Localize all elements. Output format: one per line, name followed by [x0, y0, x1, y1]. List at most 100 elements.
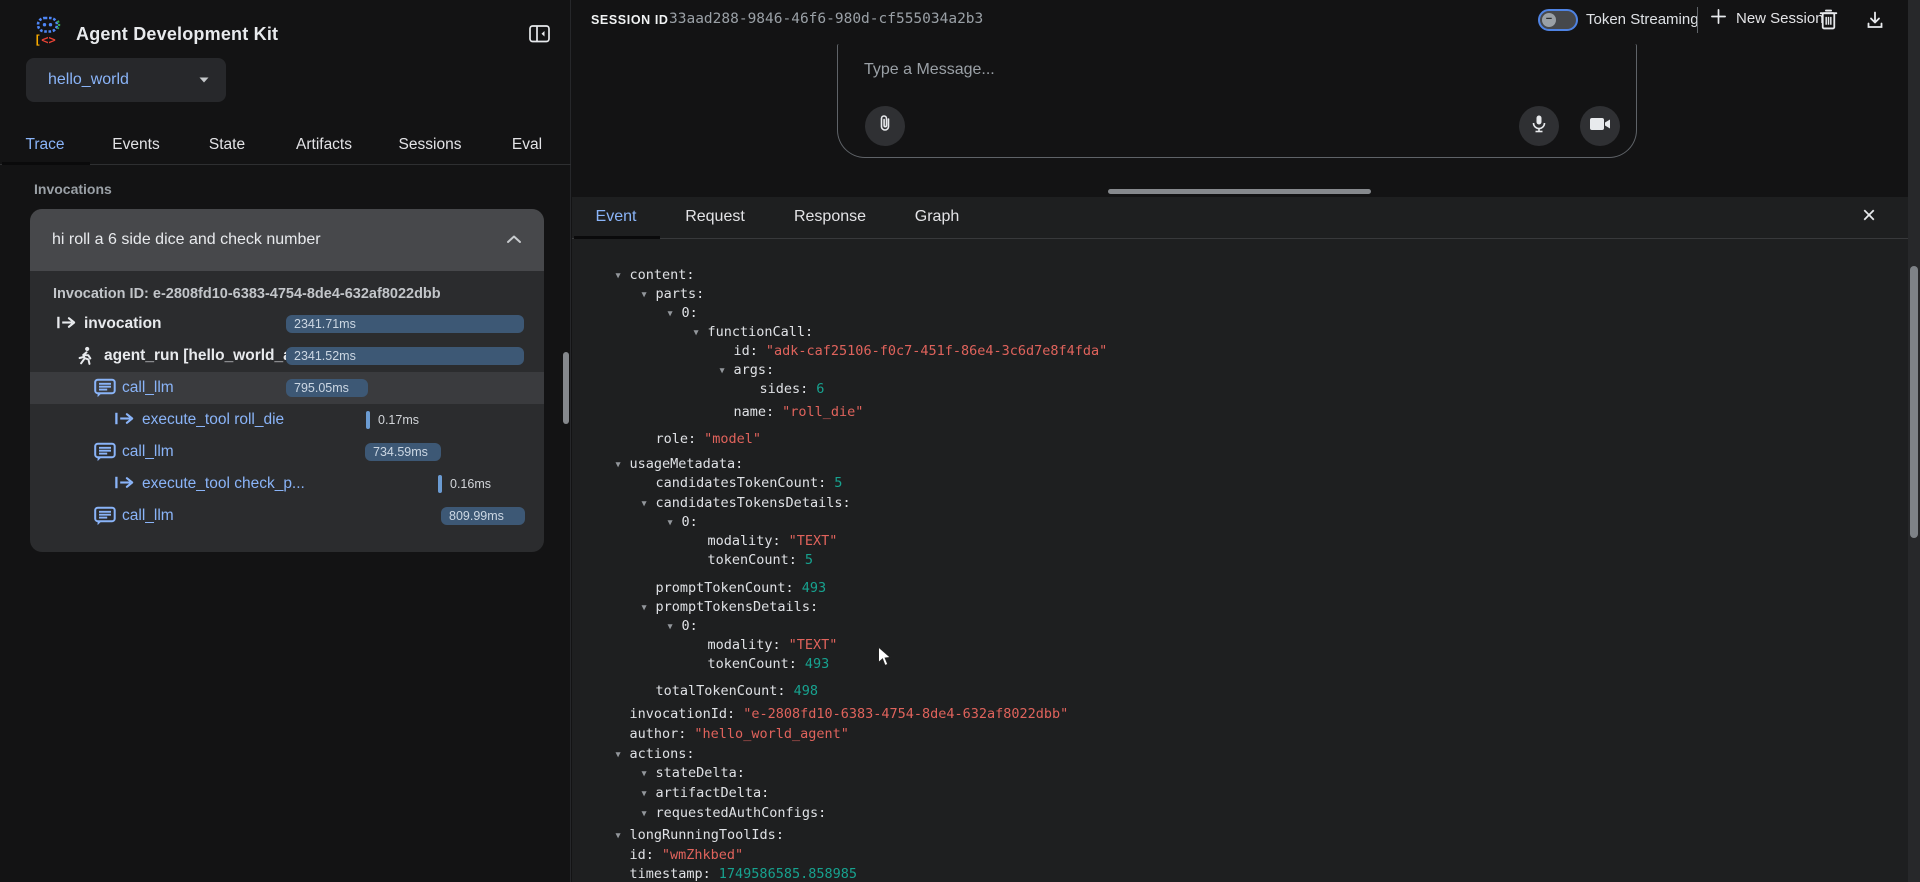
- json-key: modality:: [708, 533, 781, 549]
- microphone-button[interactable]: [1519, 106, 1559, 146]
- message-composer: Type a Message...: [837, 44, 1637, 158]
- trace-span-label: call_llm: [122, 443, 174, 461]
- agent-select[interactable]: hello_world: [26, 58, 226, 102]
- duration-bar: 809.99ms: [441, 507, 525, 525]
- trace-span-label: call_llm: [122, 507, 174, 525]
- toggle-knob-icon: [1542, 13, 1556, 27]
- json-key: tokenCount:: [708, 552, 797, 568]
- trace-row[interactable]: call_llm 809.99ms: [30, 500, 544, 532]
- video-button[interactable]: [1580, 106, 1620, 146]
- json-key: promptTokensDetails:: [656, 599, 819, 615]
- collapse-sidebar-icon[interactable]: [528, 23, 551, 49]
- attach-file-button[interactable]: [865, 106, 905, 146]
- json-key: candidatesTokensDetails:: [656, 495, 851, 511]
- trace-row[interactable]: invocation 2341.71ms: [30, 308, 544, 340]
- json-value: "TEXT": [789, 533, 838, 549]
- new-session-button[interactable]: New Session: [1710, 8, 1824, 29]
- json-value: "e-2808fd10-6383-4754-8de4-632af8022dbb": [743, 706, 1068, 722]
- collapse-triangle-icon[interactable]: ▼: [668, 514, 682, 533]
- tab-response[interactable]: Response: [794, 208, 866, 226]
- collapse-triangle-icon[interactable]: ▼: [642, 286, 656, 305]
- tab-state[interactable]: State: [209, 136, 245, 154]
- token-streaming-label: Token Streaming: [1586, 11, 1699, 28]
- sidebar-tabs: Trace Events State Artifacts Sessions Ev…: [0, 126, 571, 165]
- json-key: role:: [656, 431, 697, 447]
- json-key: stateDelta:: [656, 765, 745, 781]
- duration-bar: 2341.52ms: [286, 347, 524, 365]
- collapse-triangle-icon[interactable]: ▼: [642, 599, 656, 618]
- trace-row[interactable]: agent_run [hello_world_agent] 2341.52ms: [30, 340, 544, 372]
- tab-request[interactable]: Request: [685, 208, 745, 226]
- from-bar-arrow-icon: [114, 474, 136, 494]
- collapse-triangle-icon[interactable]: ▼: [616, 267, 630, 286]
- json-key: 0:: [682, 618, 698, 634]
- adk-robot-logo-icon: [<>: [30, 14, 64, 48]
- json-value: "adk-caf25106-f0c7-451f-86e4-3c6d7e8f4fd…: [766, 343, 1107, 359]
- json-key: 0:: [682, 305, 698, 321]
- tab-trace[interactable]: Trace: [25, 136, 64, 154]
- invocations-heading: Invocations: [34, 181, 112, 197]
- tab-sessions[interactable]: Sessions: [399, 136, 462, 154]
- trace-row[interactable]: execute_tool roll_die 0.17ms: [30, 404, 544, 436]
- duration-bar: 734.59ms: [365, 443, 441, 461]
- duration-bar: 795.05ms: [286, 379, 368, 397]
- json-key: parts:: [656, 286, 705, 302]
- json-value: 493: [802, 580, 826, 596]
- tab-events[interactable]: Events: [112, 136, 159, 154]
- export-session-button[interactable]: [1866, 11, 1884, 34]
- json-row: timestamp:1749586585.858985: [572, 846, 1908, 865]
- close-panel-icon[interactable]: [1862, 202, 1876, 230]
- tab-artifacts[interactable]: Artifacts: [296, 136, 352, 154]
- collapse-triangle-icon[interactable]: ▼: [694, 324, 708, 343]
- collapse-triangle-icon[interactable]: ▼: [668, 305, 682, 324]
- paperclip-icon: [875, 113, 895, 139]
- collapse-triangle-icon[interactable]: ▼: [616, 827, 630, 846]
- chevron-up-icon[interactable]: [506, 231, 522, 249]
- main-area: SESSION ID 33aad288-9846-46f6-980d-cf555…: [572, 0, 1920, 882]
- invocation-card-header[interactable]: hi roll a 6 side dice and check number: [30, 209, 544, 271]
- svg-text:[<>: [<>: [34, 33, 56, 47]
- collapse-triangle-icon[interactable]: ▼: [616, 746, 630, 765]
- collapse-triangle-icon[interactable]: ▼: [668, 618, 682, 637]
- json-key: content:: [630, 267, 695, 283]
- vertical-scrollbar-track: [1908, 0, 1920, 882]
- plus-icon: [1710, 8, 1727, 29]
- json-value: 5: [805, 552, 813, 568]
- active-tab-indicator: [2, 162, 90, 165]
- vertical-scrollbar[interactable]: [1910, 266, 1918, 538]
- tab-graph[interactable]: Graph: [915, 208, 959, 226]
- trace-row[interactable]: call_llm 795.05ms: [30, 372, 544, 404]
- json-value: 498: [794, 683, 818, 699]
- json-value: 1749586585.858985: [719, 866, 857, 882]
- trace-row[interactable]: execute_tool check_p... 0.16ms: [30, 468, 544, 500]
- chat-icon: [94, 506, 116, 526]
- token-streaming-toggle[interactable]: [1538, 9, 1578, 31]
- horizontal-scrollbar[interactable]: [1108, 189, 1371, 194]
- json-key: author:: [630, 726, 687, 742]
- delete-session-button[interactable]: [1819, 9, 1838, 35]
- adk-web-app: [<> Agent Development Kit hello_world Tr…: [0, 0, 1920, 882]
- collapse-triangle-icon[interactable]: ▼: [642, 805, 656, 824]
- collapse-triangle-icon[interactable]: ▼: [642, 785, 656, 804]
- tab-eval[interactable]: Eval: [512, 136, 542, 154]
- collapse-triangle-icon[interactable]: ▼: [642, 495, 656, 514]
- json-value: 493: [805, 656, 829, 672]
- message-input[interactable]: Type a Message...: [864, 61, 995, 79]
- trace-row[interactable]: call_llm 734.59ms: [30, 436, 544, 468]
- duration-bar: 2341.71ms: [286, 315, 524, 333]
- collapse-triangle-icon[interactable]: ▼: [642, 765, 656, 784]
- video-camera-icon: [1589, 116, 1611, 137]
- json-value: "wmZhkbed": [662, 847, 743, 863]
- collapse-triangle-icon[interactable]: ▼: [720, 362, 734, 381]
- json-key: candidatesTokenCount:: [656, 475, 827, 491]
- trace-span-label: execute_tool check_p...: [142, 475, 305, 493]
- json-row: ▼stateDelta:: [572, 745, 1908, 764]
- json-row: ▼parts:: [572, 266, 1908, 285]
- sidebar: [<> Agent Development Kit hello_world Tr…: [0, 0, 571, 882]
- session-id-label: SESSION ID: [591, 13, 669, 27]
- json-key: args:: [734, 362, 775, 378]
- collapse-triangle-icon[interactable]: ▼: [616, 456, 630, 475]
- sidebar-scrollbar[interactable]: [563, 352, 569, 424]
- json-key: timestamp:: [630, 866, 711, 882]
- tab-event[interactable]: Event: [596, 208, 637, 226]
